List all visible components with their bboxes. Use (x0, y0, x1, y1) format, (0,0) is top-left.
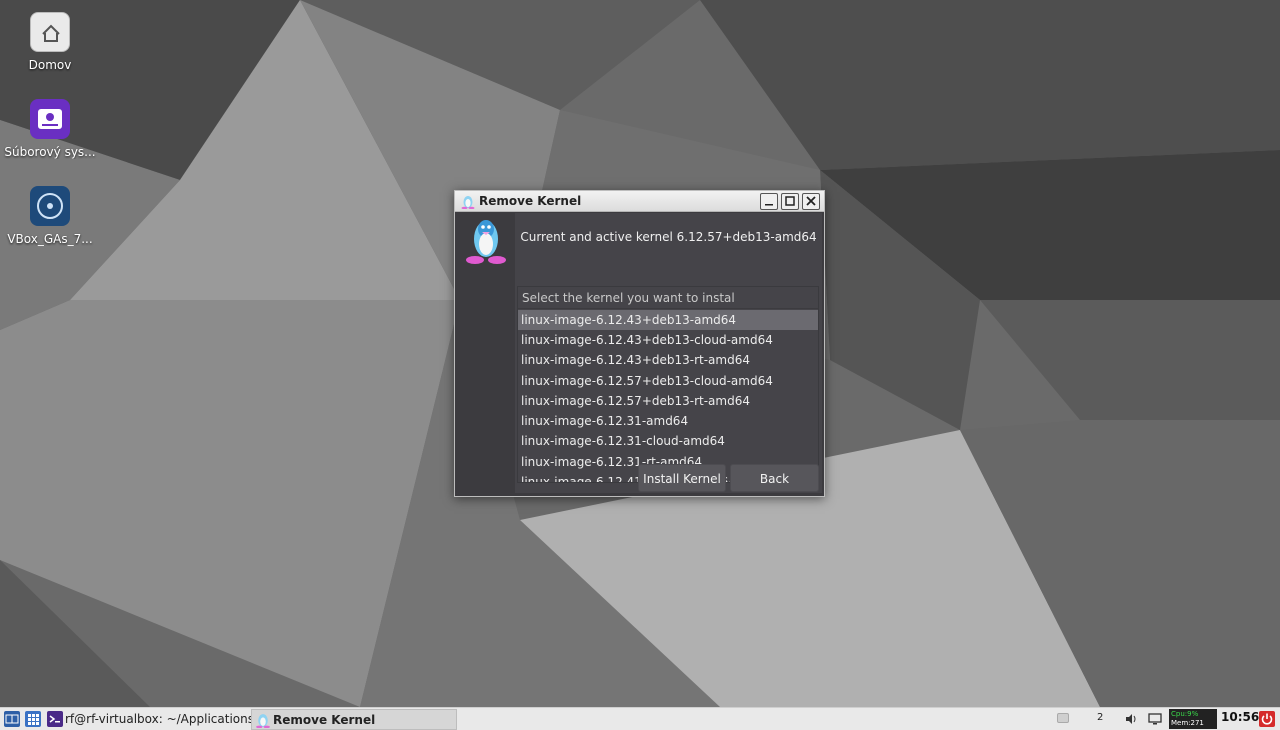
window-titlebar[interactable]: Remove Kernel (455, 191, 824, 212)
kernel-list-item[interactable]: linux-image-6.12.57+deb13-rt-amd64 (518, 391, 818, 411)
taskbar-task-remove-kernel[interactable]: Remove Kernel (251, 709, 457, 730)
back-button[interactable]: Back (730, 464, 819, 492)
desktop-icon-vbox-gas[interactable]: VBox_GAs_7... (0, 186, 100, 246)
close-button[interactable] (802, 193, 820, 210)
kernel-list[interactable]: Select the kernel you want to instal lin… (517, 286, 819, 483)
display-icon[interactable] (1147, 711, 1163, 727)
tux-icon (256, 714, 270, 728)
start-menu-icon (5, 714, 19, 724)
taskbar-task-terminal[interactable]: rf@rf-virtualbox: ~/Applications (45, 709, 254, 730)
app-grid-icon (28, 714, 39, 725)
desktop-icon-label: VBox_GAs_7... (7, 232, 93, 246)
kernel-list-item[interactable]: linux-image-6.12.43+deb13-amd64 (518, 310, 818, 330)
maximize-button[interactable] (781, 193, 799, 210)
desktop-icon-label: Domov (28, 58, 72, 72)
tux-icon (461, 196, 475, 209)
system-monitor[interactable]: Cpu:9% Mem:271 (1169, 709, 1217, 729)
desktop-icon-home[interactable]: Domov (0, 12, 100, 72)
power-button[interactable] (1259, 711, 1275, 727)
workspace-indicator[interactable]: 2 (1097, 712, 1103, 723)
kernel-list-item[interactable]: linux-image-6.12.43+deb13-cloud-amd64 (518, 330, 818, 350)
window-body: Current and active kernel 6.12.57+deb13-… (458, 213, 822, 493)
kernel-list-item[interactable]: linux-image-6.12.43+deb13-rt-amd64 (518, 350, 818, 370)
window-title: Remove Kernel (479, 194, 582, 208)
optical-disc-icon (30, 186, 70, 226)
desktop-icon-filesystem[interactable]: Súborový sys... (0, 99, 100, 159)
maximize-icon (785, 196, 795, 206)
start-menu-button[interactable] (4, 711, 20, 727)
close-icon (806, 196, 816, 206)
side-panel (458, 213, 515, 493)
remove-kernel-window: Remove Kernel Current and active kernel … (454, 190, 825, 497)
taskbar: rf@rf-virtualbox: ~/Applications Remove … (0, 707, 1280, 730)
taskbar-task-label: rf@rf-virtualbox: ~/Applications (65, 712, 254, 726)
taskbar-task-label: Remove Kernel (273, 713, 376, 727)
kernel-list-header: Select the kernel you want to instal (518, 287, 818, 309)
memory-usage: Mem:271 (1171, 719, 1204, 727)
current-kernel-label: Current and active kernel 6.12.57+deb13-… (520, 230, 817, 244)
cpu-usage: Cpu:9% (1171, 710, 1199, 718)
show-desktop-button[interactable] (1057, 713, 1069, 723)
desktop-icon-label: Súborový sys... (4, 145, 96, 159)
filesystem-drive-icon (30, 99, 70, 139)
kernel-list-item[interactable]: linux-image-6.12.31-cloud-amd64 (518, 431, 818, 451)
kernel-list-item[interactable]: linux-image-6.12.31-amd64 (518, 411, 818, 431)
clock[interactable]: 10:56 (1221, 710, 1259, 724)
home-folder-icon (30, 12, 70, 52)
volume-icon[interactable] (1123, 711, 1139, 727)
kernel-list-item[interactable]: linux-image-6.12.57+deb13-cloud-amd64 (518, 371, 818, 391)
tux-logo-icon (466, 220, 506, 264)
power-icon (1261, 713, 1273, 725)
minimize-button[interactable] (760, 193, 778, 210)
terminal-icon (47, 711, 63, 727)
minimize-icon (765, 204, 773, 206)
app-grid-button[interactable] (25, 711, 41, 727)
install-kernel-button[interactable]: Install Kernel (638, 464, 726, 492)
